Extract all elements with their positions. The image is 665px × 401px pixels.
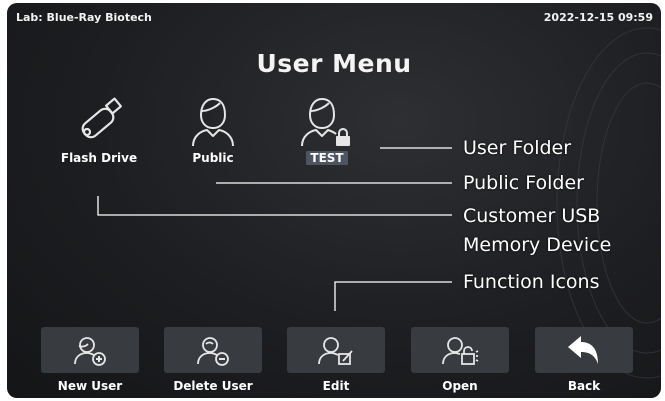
status-bar: Lab: Blue-Ray Biotech 2022-12-15 09:59 — [16, 11, 653, 24]
callout-customer-usb-line1: Customer USB — [463, 205, 601, 227]
lab-name: Lab: Blue-Ray Biotech — [16, 11, 152, 24]
folder-test-user[interactable]: TEST — [288, 95, 366, 166]
date-time: 2022-12-15 09:59 — [543, 11, 653, 24]
user-icon — [192, 98, 234, 147]
delete-user-button[interactable] — [164, 327, 262, 373]
folder-flash-drive[interactable]: Flash Drive — [49, 95, 149, 166]
edit-button[interactable] — [287, 327, 385, 373]
new-user-label: New User — [57, 379, 123, 393]
open-label: Open — [442, 379, 478, 393]
folder-public[interactable]: Public — [168, 95, 258, 166]
back-arrow-icon — [568, 336, 598, 364]
callout-public-folder: Public Folder — [463, 172, 584, 194]
callout-function-icons: Function Icons — [463, 271, 600, 293]
locked-user-icon — [301, 98, 350, 147]
unlock-user-icon — [442, 337, 479, 365]
edit-user-icon — [318, 337, 353, 365]
add-user-icon — [74, 337, 106, 366]
page-title: User Menu — [256, 49, 412, 78]
folder-label: Public — [192, 151, 234, 165]
folder-label: TEST — [306, 151, 348, 165]
open-button[interactable] — [411, 327, 509, 373]
usb-drive-icon — [81, 97, 123, 139]
edit-label: Edit — [322, 379, 350, 393]
back-button[interactable] — [535, 327, 633, 373]
folder-label: Flash Drive — [60, 151, 138, 165]
callout-customer-usb-line2: Memory Device — [463, 234, 612, 256]
back-label: Back — [567, 379, 601, 393]
remove-user-icon — [197, 337, 229, 366]
delete-user-label: Delete User — [173, 379, 253, 393]
callout-user-folder: User Folder — [463, 137, 572, 159]
new-user-button[interactable] — [41, 327, 139, 373]
